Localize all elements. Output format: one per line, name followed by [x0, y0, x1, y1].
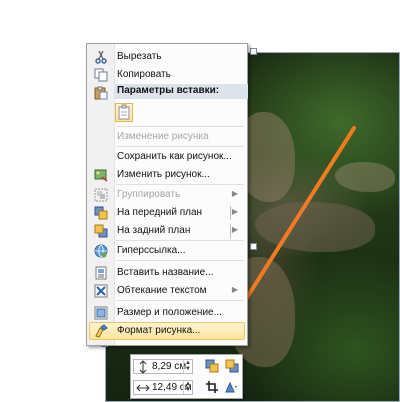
menu-item-label: Копировать — [117, 69, 171, 80]
menu-item-change-picture[interactable]: Изменить рисунок... — [88, 166, 246, 184]
menu-item-bring-forward[interactable]: На передний план ▶ — [88, 204, 246, 222]
menu-item-size-position[interactable]: Размер и положение... — [88, 304, 246, 322]
menu-item-text-wrap[interactable]: Обтекание текстом ▶ — [88, 282, 246, 300]
format-picture-icon — [95, 324, 108, 338]
submenu-arrow-icon: ▶ — [231, 189, 238, 198]
submenu-arrow-icon[interactable]: ▶ — [232, 207, 238, 216]
hyperlink-icon — [94, 244, 108, 258]
group-icon — [94, 188, 108, 202]
copy-icon — [94, 68, 108, 82]
menu-item-label: Вырезать — [117, 51, 162, 62]
spin-arrows-icon[interactable]: ▲ ▼ — [183, 360, 192, 373]
bring-forward-icon — [94, 206, 108, 220]
menu-item-edit-picture: Изменение рисунка — [117, 131, 209, 142]
size-position-icon — [94, 306, 108, 320]
mini-toolbar: 8,29 см ▲ ▼ 12,49 см ▲ ▼ — [130, 354, 243, 399]
paste-icon — [94, 86, 108, 100]
width-icon — [136, 384, 150, 392]
change-picture-icon — [94, 169, 108, 182]
paste-as-picture-button[interactable] — [115, 103, 133, 122]
menu-item-copy[interactable]: Копировать — [88, 66, 246, 84]
menu-separator — [116, 240, 244, 241]
paste-options-header: Параметры вставки: — [114, 84, 248, 99]
menu-separator — [116, 126, 244, 127]
text-wrap-icon — [94, 284, 108, 298]
caption-icon — [95, 266, 107, 280]
scissors-icon — [95, 50, 107, 64]
height-stepper[interactable]: 8,29 см ▲ ▼ — [133, 359, 193, 374]
paste-picture-icon — [118, 104, 130, 120]
split-divider — [230, 224, 231, 238]
spin-arrows-icon[interactable]: ▲ ▼ — [183, 381, 192, 394]
crop-icon[interactable] — [205, 380, 219, 394]
menu-separator — [116, 146, 244, 147]
picture-shape-icon[interactable] — [224, 380, 238, 394]
send-backward-icon — [94, 224, 108, 238]
menu-item-hyperlink[interactable]: Гиперссылка... — [88, 242, 246, 260]
context-menu: Вырезать Копировать Параметры вставки: И… — [86, 43, 248, 346]
height-icon — [139, 360, 147, 374]
menu-item-insert-caption[interactable]: Вставить название... — [88, 264, 246, 282]
height-value: 8,29 см — [152, 361, 187, 372]
bring-forward-icon[interactable] — [205, 359, 219, 373]
menu-separator — [116, 300, 244, 301]
menu-separator — [116, 184, 244, 185]
width-stepper[interactable]: 12,49 см ▲ ▼ — [133, 380, 193, 395]
send-backward-icon[interactable] — [225, 359, 239, 373]
menu-item-group: Группировать ▶ — [88, 186, 246, 204]
menu-separator — [116, 260, 244, 261]
menu-item-send-backward[interactable]: На задний план ▶ — [88, 222, 246, 240]
menu-item-save-as-picture[interactable]: Сохранить как рисунок... — [88, 148, 246, 166]
menu-item-format-picture[interactable]: Формат рисунка... — [88, 322, 246, 340]
menu-item-cut[interactable]: Вырезать — [88, 48, 246, 66]
submenu-arrow-icon[interactable]: ▶ — [232, 225, 238, 234]
split-divider — [230, 206, 231, 220]
submenu-arrow-icon: ▶ — [231, 285, 238, 294]
